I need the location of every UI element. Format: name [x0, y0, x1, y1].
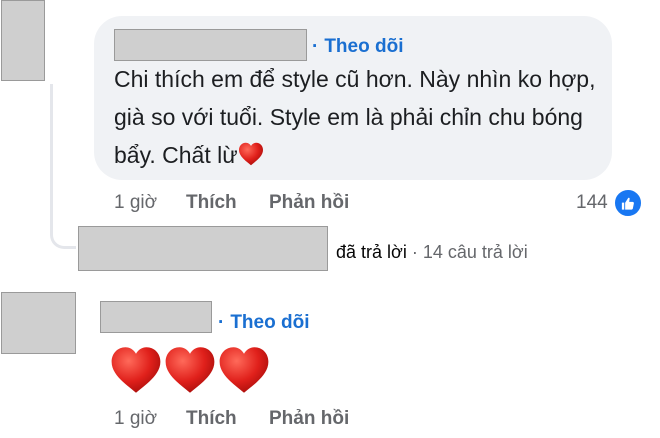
red-heart-icon [165, 347, 215, 393]
comments-section: · Theo dõi Chi thích em để style cũ hơn. … [0, 0, 660, 438]
comment-text: Chi thích em để style cũ hơn. Này nhìn k… [114, 60, 600, 174]
red-heart-icon [111, 347, 161, 393]
view-replies-link[interactable]: đã trả lời · 14 câu trả lời [336, 242, 528, 263]
thread-connector [50, 84, 76, 249]
comment-actions: 1 giờ Thích Phản hồi [114, 408, 414, 432]
replied-label: đã trả lời [336, 242, 407, 262]
reply-button[interactable]: Phản hồi [269, 192, 349, 214]
comment-actions: 1 giờ Thích Phản hồi [114, 192, 414, 216]
follow-label: Theo dõi [230, 312, 310, 333]
reply-button[interactable]: Phản hồi [269, 408, 349, 430]
author-name-redacted[interactable] [114, 29, 307, 61]
author-name-redacted[interactable] [100, 301, 212, 333]
emoji-comment [110, 345, 270, 395]
separator-dot: · [218, 312, 225, 333]
red-heart-icon [238, 142, 263, 166]
red-heart-icon [219, 347, 269, 393]
follow-link[interactable]: · Theo dõi [312, 36, 403, 58]
avatar-redacted[interactable] [1, 292, 76, 354]
reply-count: 14 câu trả lời [422, 242, 528, 262]
reaction-count: 144 [576, 192, 608, 213]
avatar-redacted[interactable] [1, 0, 45, 81]
comment-time[interactable]: 1 giờ [114, 408, 157, 430]
reply-author-redacted[interactable] [78, 226, 328, 271]
separator-dot: · [406, 242, 423, 262]
like-button[interactable]: Thích [186, 408, 237, 430]
comment-time[interactable]: 1 giờ [114, 192, 157, 214]
like-icon [612, 188, 643, 218]
separator-dot: · [312, 36, 319, 57]
comment-body: Chi thích em để style cũ hơn. Này nhìn k… [114, 66, 596, 168]
follow-link[interactable]: · Theo dõi [218, 312, 309, 334]
like-button[interactable]: Thích [186, 192, 237, 214]
follow-label: Theo dõi [324, 36, 404, 57]
reaction-summary[interactable]: 144 [576, 188, 643, 218]
